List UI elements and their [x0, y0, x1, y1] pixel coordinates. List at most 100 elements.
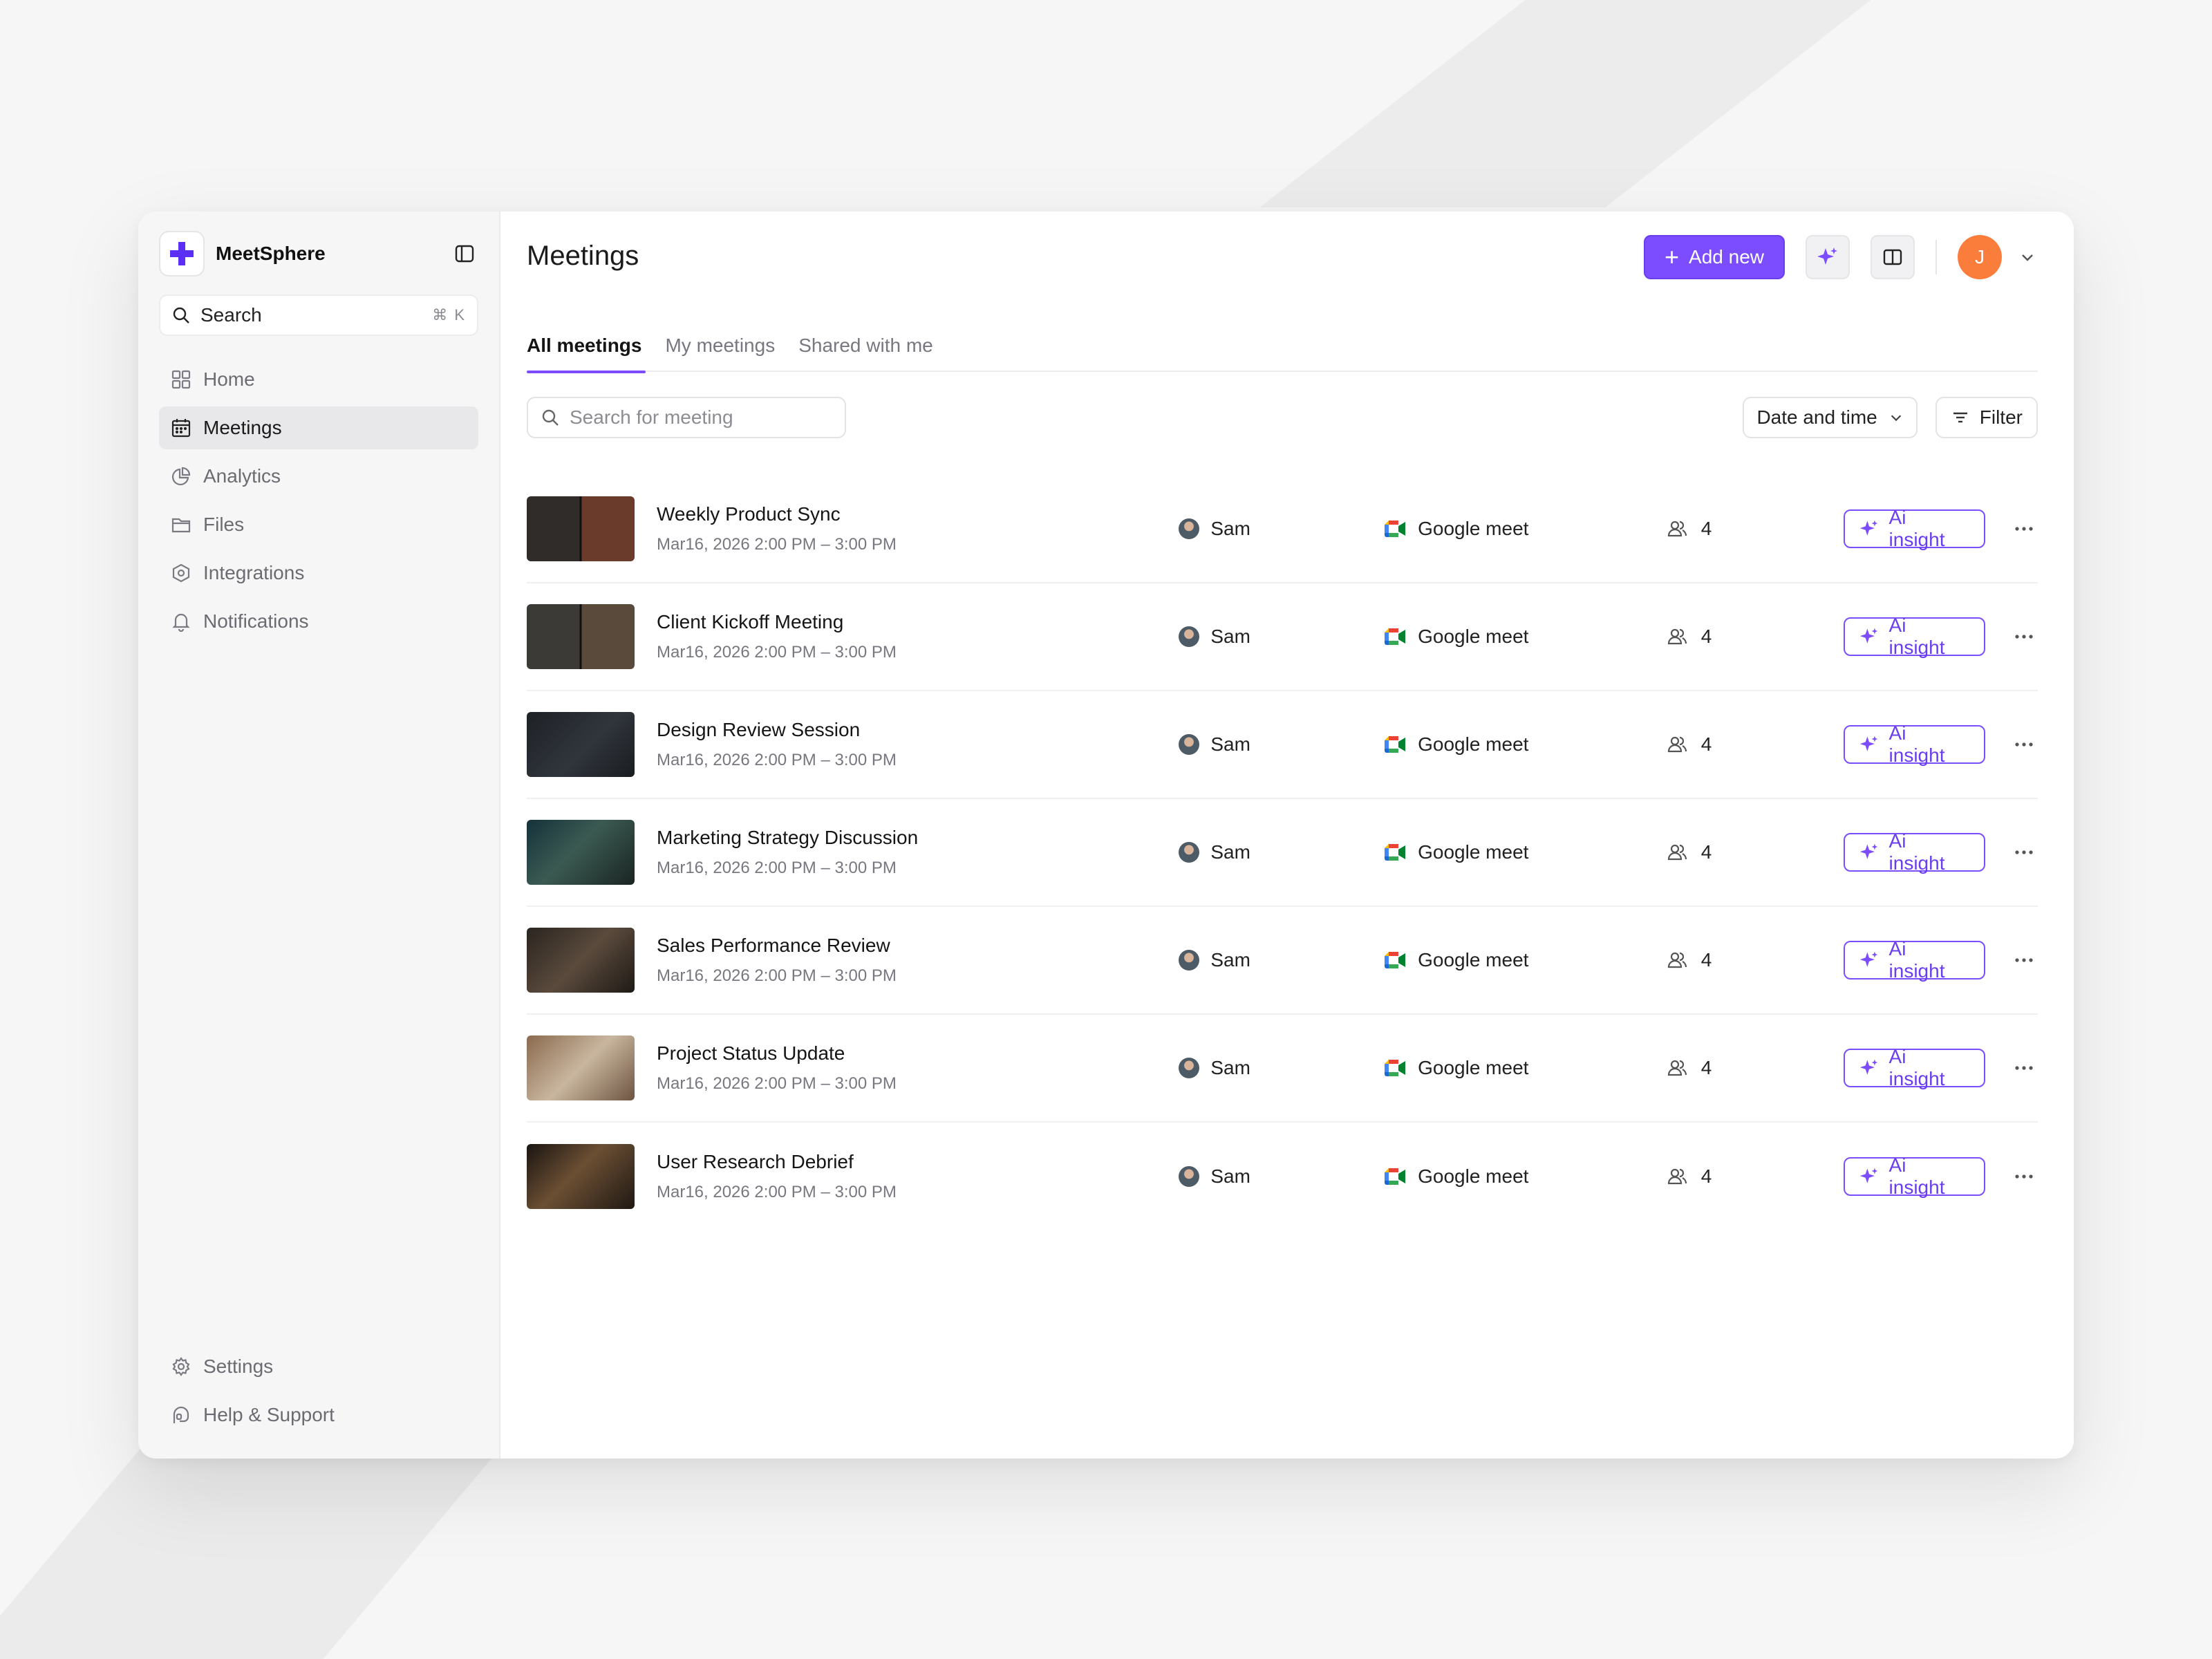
ai-insight-button[interactable]: Ai insight	[1843, 722, 1986, 766]
columns-icon	[1883, 249, 1902, 265]
meeting-title[interactable]: User Research Debrief	[657, 1151, 1179, 1173]
meeting-host: Sam	[1179, 841, 1383, 863]
participant-count: 4	[1700, 1165, 1712, 1187]
meeting-host: Sam	[1179, 1057, 1383, 1079]
meeting-title[interactable]: Design Review Session	[657, 719, 1179, 741]
more-options-icon[interactable]	[2010, 1065, 2038, 1071]
meetings-list: Weekly Product Sync Mar16, 2026 2:00 PM …	[527, 476, 2038, 1230]
meeting-platform: Google meet	[1383, 841, 1667, 863]
more-options-icon[interactable]	[2010, 1173, 2038, 1180]
meeting-host: Sam	[1179, 518, 1383, 540]
hexagon-icon	[170, 562, 192, 584]
sidebar-item-help[interactable]: Help & Support	[159, 1394, 478, 1436]
sidebar-item-label: Settings	[203, 1356, 274, 1377]
more-options-icon[interactable]	[2010, 525, 2038, 532]
users-icon	[1667, 626, 1687, 647]
chevron-down-icon[interactable]	[2017, 247, 2038, 268]
more-options-icon[interactable]	[2010, 849, 2038, 856]
platform-name: Google meet	[1418, 1165, 1529, 1187]
participants: 4	[1667, 1057, 1844, 1079]
meeting-title[interactable]: Sales Performance Review	[657, 935, 1179, 957]
pie-chart-icon	[170, 465, 192, 487]
tab-my-meetings[interactable]: My meetings	[665, 319, 775, 372]
meeting-thumbnail	[527, 712, 635, 777]
more-options-icon[interactable]	[2010, 957, 2038, 964]
meeting-host: Sam	[1179, 949, 1383, 971]
ai-insight-button[interactable]: Ai insight	[1843, 615, 1986, 658]
user-avatar[interactable]: J	[1958, 235, 2002, 279]
filter-icon	[1951, 408, 1970, 427]
meeting-host: Sam	[1179, 626, 1383, 648]
page-title: Meetings	[527, 240, 639, 271]
meeting-title[interactable]: Weekly Product Sync	[657, 503, 1179, 525]
calendar-icon	[170, 417, 192, 439]
folder-icon	[170, 514, 192, 536]
meeting-row[interactable]: Sales Performance Review Mar16, 2026 2:0…	[527, 907, 2038, 1015]
tabs: All meetings My meetings Shared with me	[527, 319, 2038, 373]
sidebar-item-integrations[interactable]: Integrations	[159, 552, 478, 594]
search-shortcut: ⌘ K	[432, 306, 466, 324]
meeting-row[interactable]: User Research Debrief Mar16, 2026 2:00 P…	[527, 1123, 2038, 1230]
meeting-row[interactable]: Client Kickoff Meeting Mar16, 2026 2:00 …	[527, 583, 2038, 691]
sidebar-search[interactable]: Search ⌘ K	[159, 294, 478, 336]
tab-shared-with-me[interactable]: Shared with me	[798, 319, 933, 372]
more-options-icon[interactable]	[2010, 741, 2038, 748]
ai-insight-button[interactable]: Ai insight	[1843, 507, 1986, 550]
brand-logo[interactable]	[159, 231, 205, 276]
meeting-search-input[interactable]	[570, 406, 818, 429]
sidebar-item-label: Meetings	[203, 417, 282, 438]
meeting-title[interactable]: Client Kickoff Meeting	[657, 611, 1179, 633]
sidebar-item-label: Analytics	[203, 465, 281, 487]
google-meet-icon	[1383, 1167, 1407, 1186]
filter-button[interactable]: Filter	[1935, 397, 2038, 438]
participants: 4	[1667, 949, 1844, 971]
sidebar-item-home[interactable]: Home	[159, 358, 478, 401]
platform-name: Google meet	[1418, 841, 1529, 863]
participant-count: 4	[1700, 626, 1712, 647]
ai-insight-button[interactable]: Ai insight	[1843, 1046, 1986, 1089]
sidebar-item-notifications[interactable]: Notifications	[159, 600, 478, 643]
layout-toggle-button[interactable]	[1871, 235, 1915, 279]
host-avatar	[1179, 842, 1200, 863]
sparkle-icon	[1817, 247, 1837, 265]
chevron-down-icon	[1888, 410, 1904, 425]
meeting-title[interactable]: Project Status Update	[657, 1042, 1179, 1065]
ai-insight-button[interactable]: Ai insight	[1843, 938, 1986, 982]
tab-all-meetings[interactable]: All meetings	[527, 319, 646, 373]
sort-dropdown[interactable]: Date and time	[1743, 397, 1918, 438]
participant-count: 4	[1700, 949, 1712, 971]
sidebar-item-meetings[interactable]: Meetings	[159, 406, 478, 449]
users-icon	[1667, 734, 1687, 755]
meeting-thumbnail	[527, 1144, 635, 1209]
meeting-row[interactable]: Marketing Strategy Discussion Mar16, 202…	[527, 799, 2038, 907]
background-shape	[0, 1438, 509, 1659]
sidebar-item-settings[interactable]: Settings	[159, 1345, 478, 1388]
meeting-meta: Project Status Update Mar16, 2026 2:00 P…	[657, 1042, 1179, 1094]
participants: 4	[1667, 841, 1844, 863]
meeting-meta: Sales Performance Review Mar16, 2026 2:0…	[657, 935, 1179, 986]
ai-insight-button[interactable]: Ai insight	[1843, 830, 1986, 874]
sidebar-item-label: Notifications	[203, 610, 309, 632]
platform-name: Google meet	[1418, 518, 1529, 539]
sidebar-item-analytics[interactable]: Analytics	[159, 455, 478, 498]
meeting-title[interactable]: Marketing Strategy Discussion	[657, 827, 1179, 849]
host-name: Sam	[1210, 1057, 1250, 1078]
sparkle-icon	[1859, 950, 1880, 971]
google-meet-icon	[1383, 627, 1407, 646]
add-new-button[interactable]: + Add new	[1644, 235, 1785, 279]
meeting-row[interactable]: Weekly Product Sync Mar16, 2026 2:00 PM …	[527, 476, 2038, 583]
ai-insight-button[interactable]: Ai insight	[1843, 1154, 1986, 1198]
list-toolbar: Date and time Filter	[527, 395, 2038, 440]
meeting-search[interactable]	[527, 397, 846, 438]
meeting-row[interactable]: Design Review Session Mar16, 2026 2:00 P…	[527, 691, 2038, 799]
platform-name: Google meet	[1418, 626, 1529, 647]
meeting-thumbnail	[527, 820, 635, 885]
sidebar-item-files[interactable]: Files	[159, 503, 478, 546]
more-options-icon[interactable]	[2010, 633, 2038, 640]
sparkle-icon	[1859, 1166, 1880, 1187]
meeting-row[interactable]: Project Status Update Mar16, 2026 2:00 P…	[527, 1015, 2038, 1123]
brand: MeetSphere	[159, 231, 478, 276]
divider	[1936, 240, 1937, 274]
ai-sparkle-button[interactable]	[1806, 235, 1850, 279]
sidebar-toggle-icon[interactable]	[451, 240, 478, 268]
